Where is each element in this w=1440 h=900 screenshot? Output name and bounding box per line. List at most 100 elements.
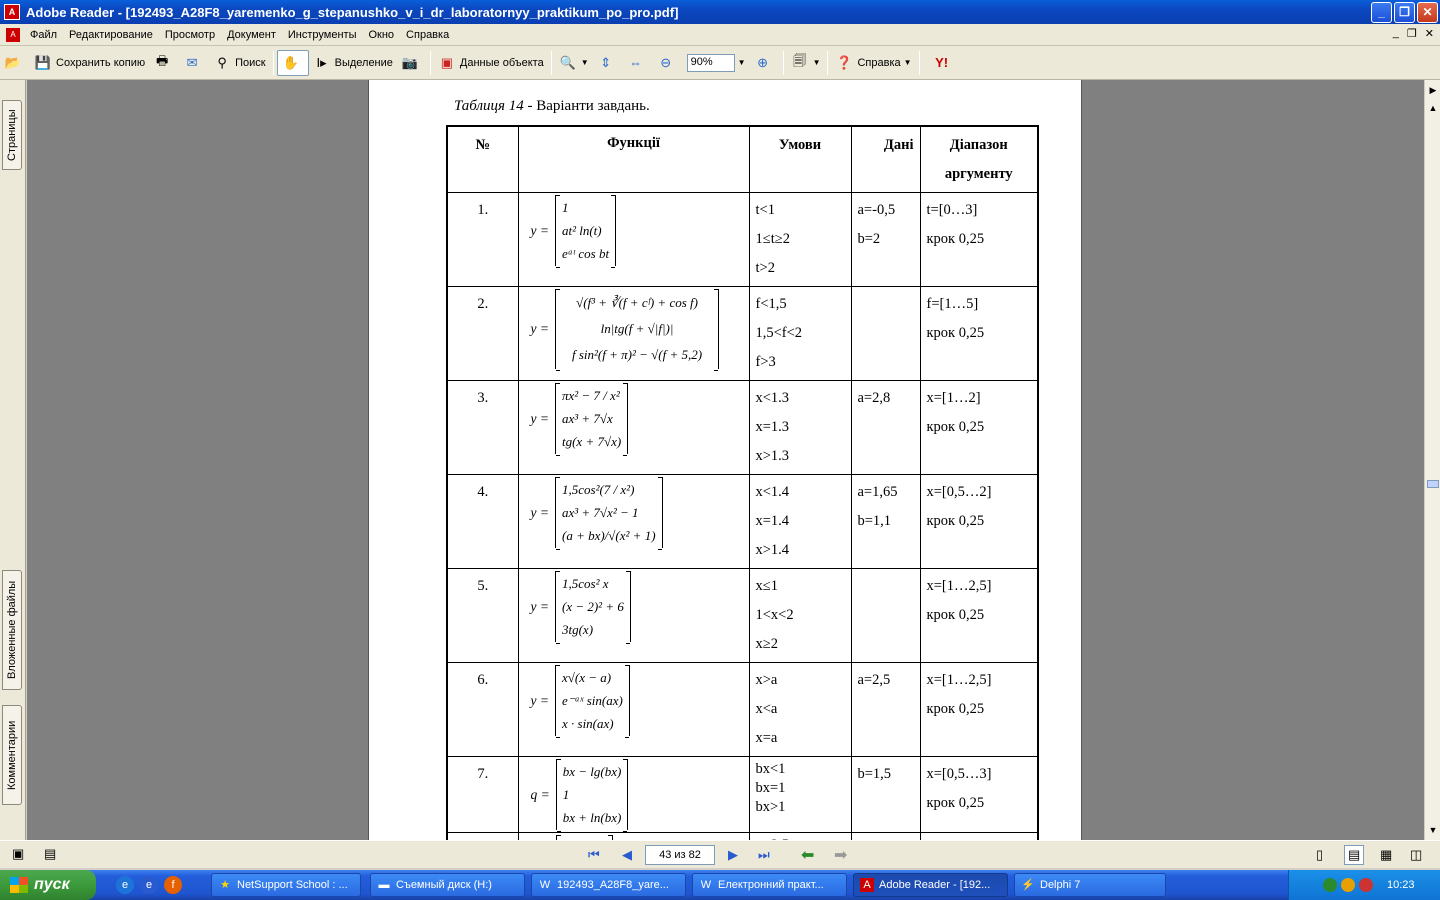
header-conditions: Умови <box>748 125 852 193</box>
scroll-next-page-icon[interactable]: ▶ <box>1425 82 1440 98</box>
piecewise-function: y = 1 at² ln(t) eᵃᵗ cos bt <box>523 195 745 268</box>
continuous-page-button[interactable]: ▤ <box>1344 845 1365 865</box>
start-button[interactable]: пуск <box>0 870 96 900</box>
data-cell-line: a=2,8 <box>857 390 891 406</box>
object-data-button[interactable]: ▣ Данные объекта <box>434 50 548 76</box>
clock: 10:23 <box>1387 879 1415 891</box>
menu-file[interactable]: Файл <box>24 29 63 41</box>
tray-app-icon[interactable] <box>1341 878 1355 892</box>
save-copy-button[interactable]: 💾 Сохранить копию <box>30 50 149 76</box>
pdf-document-icon[interactable]: A <box>6 27 20 42</box>
delphi-icon: ⚡ <box>1021 879 1035 891</box>
panel-toggle-icon[interactable]: ▣ <box>12 846 24 862</box>
zoom-tool-button[interactable]: 🔍 ▼ <box>555 50 593 76</box>
table-row: 4. y = 1,5cos²(7 / x²) ax³ + 7√x² − 1 (a + b… <box>446 474 1039 569</box>
tab-pages[interactable]: Страницы <box>2 100 22 170</box>
task-delphi[interactable]: ⚡ Delphi 7 <box>1014 873 1166 897</box>
folder-open-icon: 📂 <box>4 54 22 70</box>
zoom-in-button[interactable]: ⊕ <box>750 50 780 76</box>
hand-tool-button[interactable]: ✋ <box>276 49 309 76</box>
menu-tools[interactable]: Инструменты <box>282 29 363 41</box>
open-button[interactable]: 📂 <box>0 50 30 76</box>
fit-width-button[interactable]: ⇔ <box>623 50 653 76</box>
menu-bar: A Файл Редактирование Просмотр Документ … <box>0 24 1440 46</box>
function-bracket: x√(x − a) e⁻ᵃˣ sin(ax) x · sin(ax) <box>554 665 630 738</box>
data-cell-line: a=-0,5 <box>857 202 896 218</box>
doc-close-button[interactable]: ✕ <box>1425 27 1434 40</box>
menu-view[interactable]: Просмотр <box>159 29 221 41</box>
hide-panel-icon[interactable]: ▤ <box>44 846 56 862</box>
antivirus-icon[interactable] <box>1359 878 1373 892</box>
single-page-button[interactable]: ▯ <box>1316 845 1323 865</box>
condition-cell: x>3.5x≤3.5 <box>748 832 852 840</box>
scroll-down-icon[interactable]: ▼ <box>1425 822 1440 838</box>
print-button[interactable]: 🖶 <box>149 50 179 76</box>
yahoo-button[interactable]: Y! <box>923 50 965 76</box>
facing-page-button[interactable]: ▦ <box>1380 845 1392 865</box>
snapshot-button[interactable]: 📷 <box>397 50 427 76</box>
doc-restore-button[interactable]: ❐ <box>1407 27 1417 40</box>
page-number-value[interactable]: 43 из 82 <box>645 845 715 865</box>
minimize-button[interactable]: _ <box>1371 2 1392 23</box>
task-netsupport[interactable]: ★ NetSupport School : ... <box>211 873 361 897</box>
rotate-button[interactable]: 🗐 ▼ <box>787 50 825 76</box>
vertical-scrollbar[interactable]: ▶ ▲ ▼ <box>1424 80 1440 840</box>
scroll-up-icon[interactable]: ▲ <box>1425 100 1440 116</box>
first-page-button[interactable]: ⏮ <box>588 845 600 865</box>
zoom-select[interactable]: 90% ▼ <box>683 50 750 76</box>
back-view-button[interactable]: ⬅ <box>801 845 814 865</box>
function-lhs: y = <box>530 504 549 520</box>
menu-window[interactable]: Окно <box>362 29 400 41</box>
last-page-button[interactable]: ⏭ <box>758 845 770 865</box>
doc-minimize-button[interactable]: _ <box>1393 27 1399 40</box>
task-adobe-reader[interactable]: A Adobe Reader - [192... <box>853 873 1008 897</box>
fit-height-button[interactable]: ⇕ <box>593 50 623 76</box>
condition-cell-line: 1<x<2 <box>755 607 794 623</box>
forward-view-button[interactable]: ➡ <box>834 845 847 865</box>
next-page-button[interactable]: ▶ <box>728 845 738 865</box>
ie-alt-icon[interactable]: e <box>140 876 158 894</box>
menu-help[interactable]: Справка <box>400 29 455 41</box>
email-globe-icon: ✉ <box>186 54 198 70</box>
scroll-thumb[interactable] <box>1427 480 1439 488</box>
document-view[interactable]: Таблиця 14 - Варіанти завдань. № Функції… <box>27 80 1424 840</box>
condition-cell: x>a x<a x=a <box>748 662 852 757</box>
tab-attachments[interactable]: Вложенные файлы <box>2 570 22 690</box>
function-branch: 1,5cos² x <box>561 576 609 591</box>
task-word-doc[interactable]: W 192493_A28F8_yare... <box>531 873 686 897</box>
prev-page-button[interactable]: ◀ <box>622 845 632 865</box>
toolbar-separator <box>429 50 431 75</box>
email-button[interactable]: ✉ <box>179 50 209 76</box>
range-cell: x=[0,5…3] крок 0,25 <box>919 756 1039 833</box>
continuous-facing-button[interactable]: ◫ <box>1410 845 1422 865</box>
internet-explorer-icon[interactable]: e <box>116 876 134 894</box>
row-number: 1. <box>446 192 519 287</box>
function-branch: ax³ + 7√x <box>561 411 613 426</box>
menu-edit[interactable]: Редактирование <box>63 29 159 41</box>
zoom-out-button[interactable]: ⊖ <box>653 50 683 76</box>
range-cell-line: f=[1…5] <box>926 296 979 312</box>
maximize-button[interactable]: ❐ <box>1394 2 1415 23</box>
search-button[interactable]: ⚲ Поиск <box>209 50 269 76</box>
range-cell-line: крок 0,25 <box>926 231 985 247</box>
piecewise-function: y = 1,5cos²(7 / x²) ax³ + 7√x² − 1 (a + bx)… <box>523 477 745 550</box>
zoom-field[interactable]: 90% <box>686 53 735 72</box>
forward-arrow-icon: ➡ <box>834 847 848 864</box>
task-removable-disk[interactable]: ▬ Съемный диск (H:) <box>370 873 525 897</box>
firefox-icon[interactable]: f <box>164 876 182 894</box>
condition-cell-line: bx<1 <box>755 761 786 777</box>
menu-document[interactable]: Документ <box>221 29 282 41</box>
page-number-field[interactable]: 43 из 82 <box>645 845 715 865</box>
tab-comments[interactable]: Комментарии <box>2 705 22 805</box>
table-row: 3. y = πx² − 7 / x² ax³ + 7√x tg(x + 7√x) x<1… <box>446 380 1039 475</box>
range-cell: x=[1…2,5] крок 0,25 <box>919 662 1039 757</box>
help-button[interactable]: ❓ Справка ▼ <box>831 50 915 76</box>
network-icon[interactable] <box>1323 878 1337 892</box>
range-cell: x=[1…2,5] крок 0,25 <box>919 568 1039 663</box>
function-cell: q =sin(ln x)cos² x <box>517 832 750 840</box>
data-cell: a=2,5 <box>850 662 921 757</box>
close-button[interactable]: ✕ <box>1417 2 1438 23</box>
select-tool-button[interactable]: I▸ Выделение <box>309 50 397 76</box>
task-electronic-practicum[interactable]: W Електронний практ... <box>692 873 847 897</box>
function-bracket: πx² − 7 / x² ax³ + 7√x tg(x + 7√x) <box>554 383 629 456</box>
